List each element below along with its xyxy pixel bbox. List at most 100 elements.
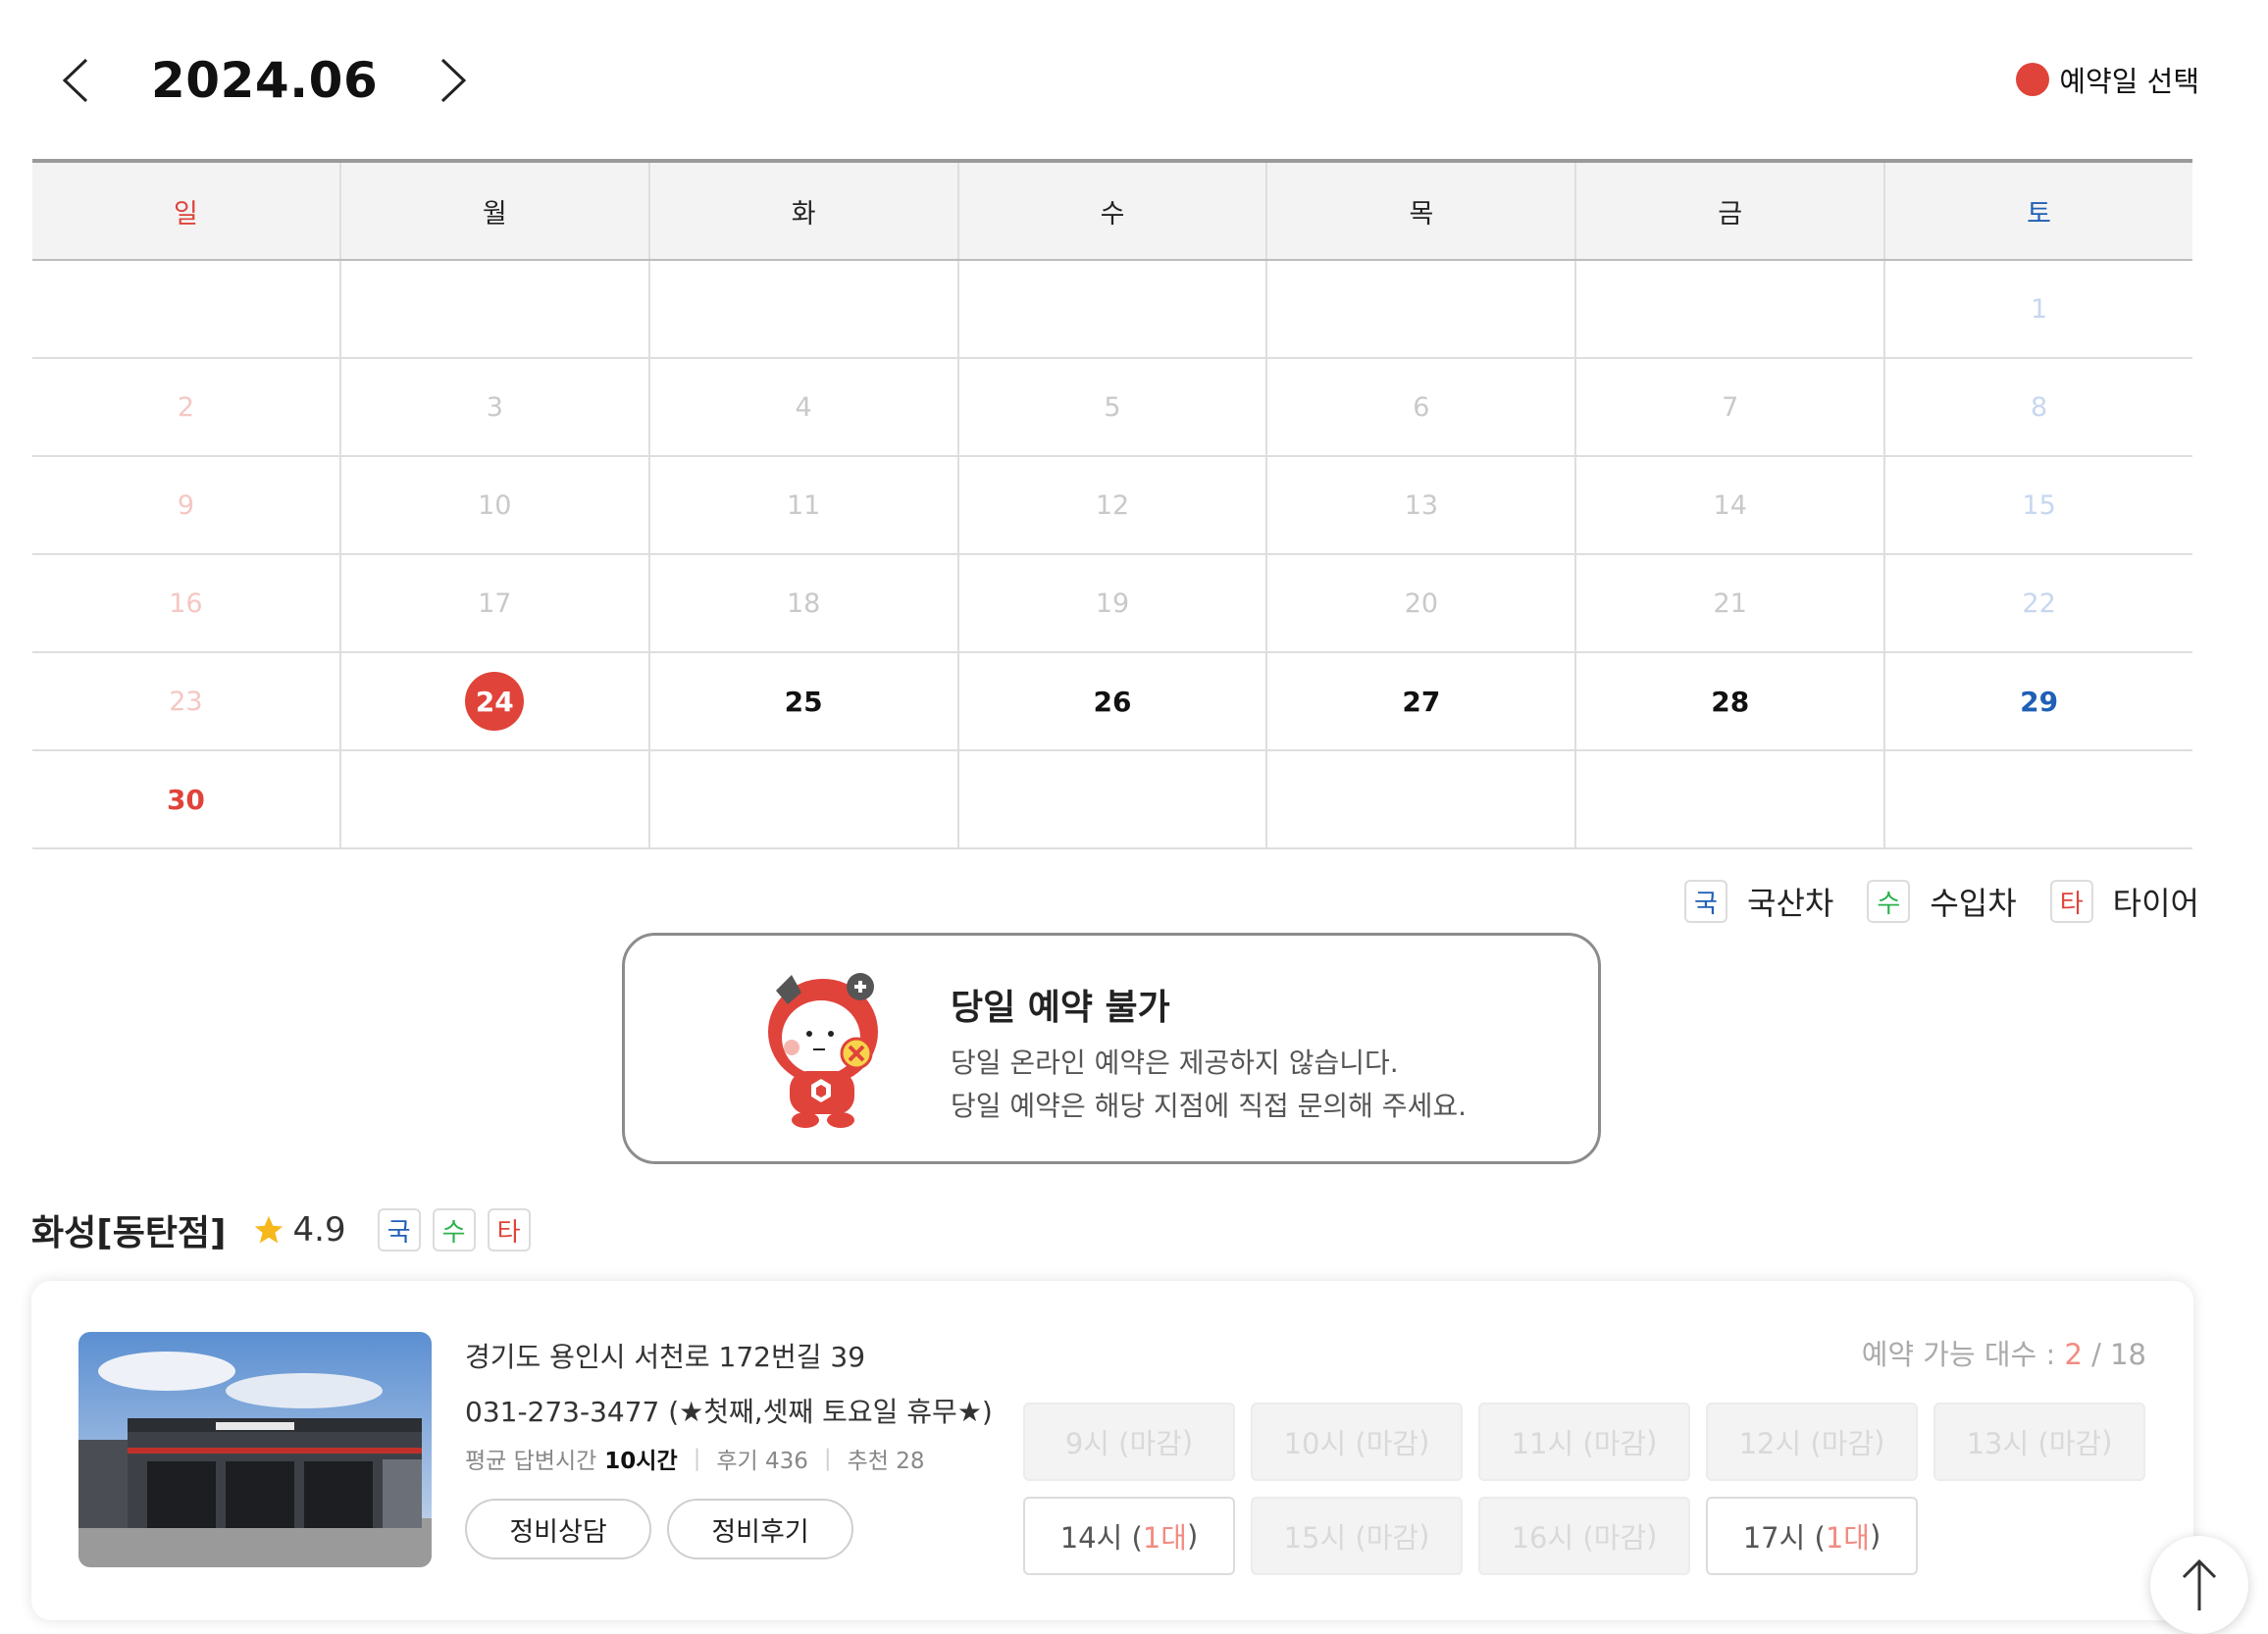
calendar-empty-cell <box>1576 261 1886 357</box>
calendar-week-row: 23 24 25 26 27 28 29 <box>32 653 2192 751</box>
slot-paren: ) <box>1869 1519 1881 1553</box>
calendar-day-cell[interactable]: 27 <box>1267 653 1577 749</box>
calendar-day-cell[interactable]: 28 <box>1576 653 1886 749</box>
notice-line-1: 당일 온라인 예약은 제공하지 않습니다. <box>951 1047 1399 1079</box>
calendar-day-cell[interactable]: 30 <box>32 751 341 847</box>
legend-tire: 타 타이어 <box>2049 879 2199 924</box>
day-number: 9 <box>177 489 195 521</box>
calendar-day-cell: 17 <box>341 555 650 651</box>
calendar-empty-cell <box>341 751 650 847</box>
slot-count: 마감 <box>1821 1427 1875 1460</box>
domestic-badge: 국 <box>1684 880 1728 923</box>
scroll-top-button[interactable] <box>2150 1536 2248 1634</box>
time-slot-button: 15시 (마감) <box>1251 1497 1463 1575</box>
notice-title: 당일 예약 불가 <box>951 988 1170 1028</box>
calendar-day-cell: 1 <box>1885 261 2192 357</box>
calendar-day-cell: 5 <box>959 359 1268 455</box>
day-number: 15 <box>2022 489 2056 521</box>
calendar-day-cell[interactable]: 24 <box>341 653 650 749</box>
branch-phone: 031-273-3477 (★첫째,셋째 토요일 휴무★) <box>465 1396 993 1428</box>
calendar-day-cell: 20 <box>1267 555 1577 651</box>
calendar-week-row: 1 <box>32 261 2192 359</box>
review-button[interactable]: 정비후기 <box>667 1499 853 1559</box>
tire-badge: 타 <box>2049 880 2093 923</box>
day-number: 21 <box>1713 587 1747 619</box>
slot-paren: ) <box>1874 1425 1885 1458</box>
calendar-week-row: 9 10 11 12 13 14 15 <box>32 457 2192 555</box>
calendar-day-cell: 13 <box>1267 457 1577 553</box>
calendar-empty-cell <box>650 751 959 847</box>
vehicle-type-legend: 국 국산차 수 수입차 타 타이어 <box>1651 879 2199 924</box>
calendar-day-cell[interactable]: 25 <box>650 653 959 749</box>
time-slot-button: 13시 (마감) <box>1933 1403 2145 1481</box>
slot-count: 마감 <box>1366 1427 1419 1460</box>
calendar-empty-cell <box>959 751 1268 847</box>
slot-count: 1대 <box>1825 1521 1870 1555</box>
day-number: 11 <box>786 489 821 521</box>
capacity-total: / 18 <box>2091 1338 2146 1371</box>
branch-stats: 평균 답변시간 10시간 | 후기 436 | 추천 28 <box>465 1442 925 1475</box>
calendar-day-cell[interactable]: 26 <box>959 653 1268 749</box>
slot-paren: ) <box>1646 1425 1658 1458</box>
next-month-button[interactable] <box>437 51 470 110</box>
time-slot-button[interactable]: 17시 (1대) <box>1706 1497 1918 1575</box>
slot-paren: ) <box>2101 1425 2113 1458</box>
calendar-day-cell: 3 <box>341 359 650 455</box>
calendar-day-cell: 11 <box>650 457 959 553</box>
domestic-badge: 국 <box>377 1208 421 1251</box>
month-title: 2024.06 <box>151 52 379 109</box>
calendar-day-cell: 9 <box>32 457 341 553</box>
calendar-empty-cell <box>1267 751 1577 847</box>
calendar-day-cell: 15 <box>1885 457 2192 553</box>
slot-time: 10시 ( <box>1283 1427 1366 1460</box>
divider: | <box>823 1446 832 1471</box>
weekday-fri: 금 <box>1576 163 1886 259</box>
calendar-empty-cell <box>1576 751 1886 847</box>
calendar-empty-cell <box>1267 261 1577 357</box>
consult-button[interactable]: 정비상담 <box>465 1499 651 1559</box>
slot-paren: ) <box>1646 1519 1658 1553</box>
prev-month-button[interactable] <box>59 51 92 110</box>
tire-label: 타이어 <box>2112 885 2199 922</box>
day-number: 2 <box>177 391 195 423</box>
weekday-wed: 수 <box>959 163 1268 259</box>
calendar-day-cell: 16 <box>32 555 341 651</box>
day-number: 26 <box>1093 685 1132 718</box>
day-number: 29 <box>2020 685 2059 718</box>
calendar-week-row: 16 17 18 19 20 21 22 <box>32 555 2192 653</box>
time-slot-button: 16시 (마감) <box>1478 1497 1690 1575</box>
legend-domestic: 국 국산차 <box>1684 879 1833 924</box>
day-number: 30 <box>166 783 205 816</box>
chevron-right-icon <box>441 58 467 103</box>
calendar-day-cell: 6 <box>1267 359 1577 455</box>
slot-count: 마감 <box>2048 1427 2102 1460</box>
slot-count: 마감 <box>1129 1427 1182 1460</box>
legend-selected-label: 예약일 선택 <box>2059 65 2199 98</box>
calendar-day-cell: 7 <box>1576 359 1886 455</box>
time-slot-button[interactable]: 14시 (1대) <box>1023 1497 1235 1575</box>
branch-address: 경기도 용인시 서천로 172번길 39 <box>465 1341 866 1373</box>
calendar-day-cell[interactable]: 29 <box>1885 653 2192 749</box>
red-dot-icon <box>2016 63 2050 96</box>
selected-date-legend: 예약일 선택 <box>2016 59 2199 100</box>
domestic-label: 국산차 <box>1747 885 1834 922</box>
slot-paren: ) <box>1418 1425 1430 1458</box>
review-count: 후기 436 <box>716 1449 808 1474</box>
import-badge: 수 <box>1867 880 1911 923</box>
weekday-tue: 화 <box>650 163 959 259</box>
day-number: 12 <box>1095 489 1130 521</box>
calendar-week-row: 2 3 4 5 6 7 8 <box>32 359 2192 457</box>
day-number: 4 <box>795 391 812 423</box>
day-number: 1 <box>2030 293 2048 325</box>
slot-count: 마감 <box>1593 1521 1647 1555</box>
day-number: 25 <box>784 685 823 718</box>
calendar-empty-cell <box>1885 751 2192 847</box>
calendar-day-cell: 14 <box>1576 457 1886 553</box>
time-slot-button: 10시 (마감) <box>1251 1403 1463 1481</box>
slot-paren: ) <box>1181 1425 1194 1458</box>
calendar-day-cell: 4 <box>650 359 959 455</box>
day-number: 8 <box>2030 391 2048 423</box>
day-number: 3 <box>486 391 503 423</box>
avg-response-value: 10시간 <box>604 1449 678 1474</box>
slot-count: 1대 <box>1142 1521 1187 1555</box>
